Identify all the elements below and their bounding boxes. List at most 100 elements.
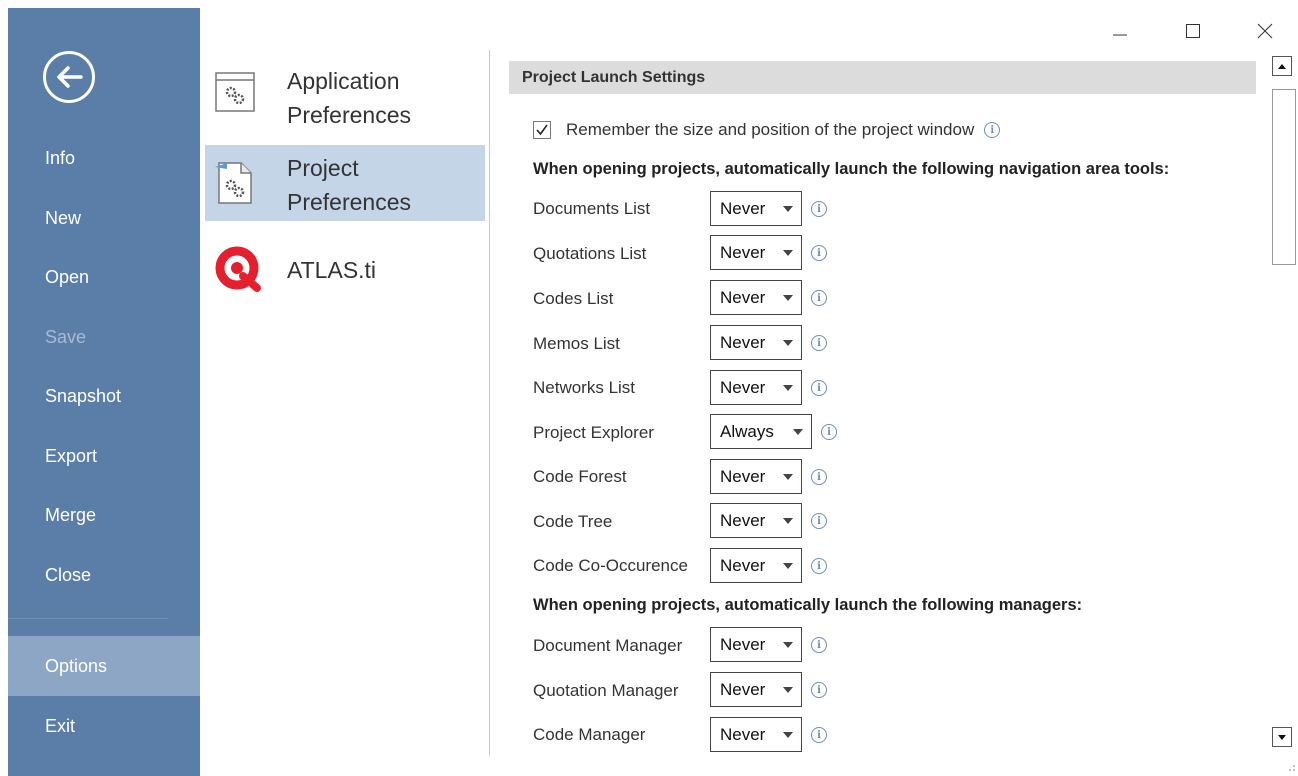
nav-item-new[interactable]: New: [8, 188, 200, 248]
setting-label-memos-list: Memos List: [533, 334, 620, 353]
nav-item-open[interactable]: Open: [8, 247, 200, 307]
info-icon[interactable]: i: [811, 637, 827, 653]
maximize-button[interactable]: [1175, 14, 1211, 48]
dropdown-value: Never: [720, 724, 766, 744]
pane-divider: [489, 50, 490, 756]
dropdown-codes-list[interactable]: Never: [710, 280, 802, 315]
dropdown-value: Never: [720, 287, 766, 307]
setting-label-code-co-occurence: Code Co-Occurence: [533, 556, 688, 575]
arrow-left-circle-icon: [57, 66, 83, 88]
dropdown-code-co-occurence[interactable]: Never: [710, 548, 802, 583]
chevron-down-icon: [783, 385, 793, 391]
maximize-icon: [1186, 24, 1200, 38]
nav-item-options[interactable]: Options: [8, 636, 200, 696]
dropdown-code-forest[interactable]: Never: [710, 459, 802, 494]
dropdown-documents-list[interactable]: Never: [710, 191, 802, 226]
minimize-button[interactable]: [1102, 14, 1138, 48]
setting-label-project-explorer: Project Explorer: [533, 423, 654, 442]
category-application-preferences[interactable]: Application Preferences: [205, 58, 485, 140]
dropdown-document-manager[interactable]: Never: [710, 627, 802, 662]
nav-item-export[interactable]: Export: [8, 426, 200, 486]
chevron-down-icon: [783, 642, 793, 648]
info-icon[interactable]: i: [811, 558, 827, 574]
nav-separator: [8, 618, 168, 619]
chevron-down-icon: [783, 250, 793, 256]
nav-item-info[interactable]: Info: [8, 128, 200, 188]
info-icon[interactable]: i: [811, 469, 827, 485]
section-header: Project Launch Settings: [509, 61, 1256, 94]
nav-item-close[interactable]: Close: [8, 545, 200, 605]
chevron-down-icon: [783, 732, 793, 738]
category-label-line1: Application: [287, 68, 400, 94]
nav-item-snapshot[interactable]: Snapshot: [8, 366, 200, 426]
category-label-line2: Preferences: [287, 102, 412, 128]
close-icon: [1257, 23, 1273, 39]
backstage-nav: Info New Open Save Snapshot Export Merge…: [8, 8, 200, 776]
info-icon[interactable]: i: [811, 201, 827, 217]
category-project-preferences[interactable]: Project Preferences: [205, 145, 485, 221]
nav-item-merge[interactable]: Merge: [8, 485, 200, 545]
dropdown-value: Never: [720, 679, 766, 699]
minimize-icon: [1113, 34, 1127, 36]
dropdown-value: Never: [720, 377, 766, 397]
info-icon[interactable]: i: [811, 513, 827, 529]
setting-label-quotation-manager: Quotation Manager: [533, 681, 679, 700]
info-icon[interactable]: i: [811, 290, 827, 306]
options-window: Info New Open Save Snapshot Export Merge…: [0, 0, 1298, 776]
checkmark-icon: [536, 124, 548, 136]
scroll-up-button[interactable]: [1272, 56, 1292, 76]
dropdown-code-tree[interactable]: Never: [710, 503, 802, 538]
info-icon[interactable]: i: [811, 380, 827, 396]
close-window-button[interactable]: [1247, 14, 1283, 48]
info-icon[interactable]: i: [984, 122, 1001, 138]
window-left-edge: [0, 0, 8, 776]
resize-grip-icon[interactable]: [1284, 760, 1296, 772]
setting-label-code-manager: Code Manager: [533, 725, 646, 744]
info-icon[interactable]: i: [811, 727, 827, 743]
info-icon[interactable]: i: [811, 245, 827, 261]
info-icon[interactable]: i: [821, 424, 837, 440]
back-button[interactable]: [43, 51, 95, 103]
arrow-down-icon: [1278, 734, 1286, 740]
dropdown-value: Never: [720, 242, 766, 262]
managers-heading: When opening projects, automatically lau…: [533, 596, 1083, 614]
nav-tools-heading: When opening projects, automatically lau…: [533, 160, 1170, 178]
category-label: ATLAS.ti: [287, 257, 377, 283]
gears-window-icon: [215, 72, 255, 112]
dropdown-memos-list[interactable]: Never: [710, 325, 802, 360]
nav-item-save: Save: [45, 326, 87, 347]
setting-label-documents-list: Documents List: [533, 199, 651, 218]
scrollbar-thumb[interactable]: [1272, 89, 1296, 265]
dropdown-project-explorer[interactable]: Always: [710, 414, 812, 449]
dropdown-value: Never: [720, 198, 766, 218]
dropdown-quotations-list[interactable]: Never: [710, 235, 802, 270]
remember-window-checkbox[interactable]: [533, 121, 551, 139]
dropdown-value: Never: [720, 555, 766, 575]
dropdown-value: Never: [720, 510, 766, 530]
remember-window-row: Remember the size and position of the pr…: [533, 118, 1001, 142]
scroll-down-button[interactable]: [1272, 727, 1292, 747]
setting-label-document-manager: Document Manager: [533, 636, 683, 655]
remember-window-label: Remember the size and position of the pr…: [566, 120, 975, 139]
category-label-line1: Project: [287, 155, 359, 181]
info-icon[interactable]: i: [811, 335, 827, 351]
dropdown-value: Always: [720, 421, 774, 441]
info-icon[interactable]: i: [811, 682, 827, 698]
chevron-down-icon: [793, 429, 803, 435]
setting-label-code-forest: Code Forest: [533, 467, 627, 486]
setting-label-networks-list: Networks List: [533, 378, 636, 397]
setting-label-codes-list: Codes List: [533, 289, 614, 308]
chevron-down-icon: [783, 687, 793, 693]
dropdown-value: Never: [720, 332, 766, 352]
dropdown-code-manager[interactable]: Never: [710, 717, 802, 752]
category-atlasti[interactable]: ATLAS.ti: [205, 240, 485, 300]
chevron-down-icon: [783, 295, 793, 301]
setting-label-code-tree: Code Tree: [533, 512, 613, 531]
nav-item-exit[interactable]: Exit: [8, 696, 200, 756]
dropdown-networks-list[interactable]: Never: [710, 370, 802, 405]
chevron-down-icon: [783, 518, 793, 524]
atlasti-logo-icon: [215, 246, 261, 292]
chevron-down-icon: [783, 563, 793, 569]
dropdown-quotation-manager[interactable]: Never: [710, 672, 802, 707]
dropdown-value: Never: [720, 466, 766, 486]
